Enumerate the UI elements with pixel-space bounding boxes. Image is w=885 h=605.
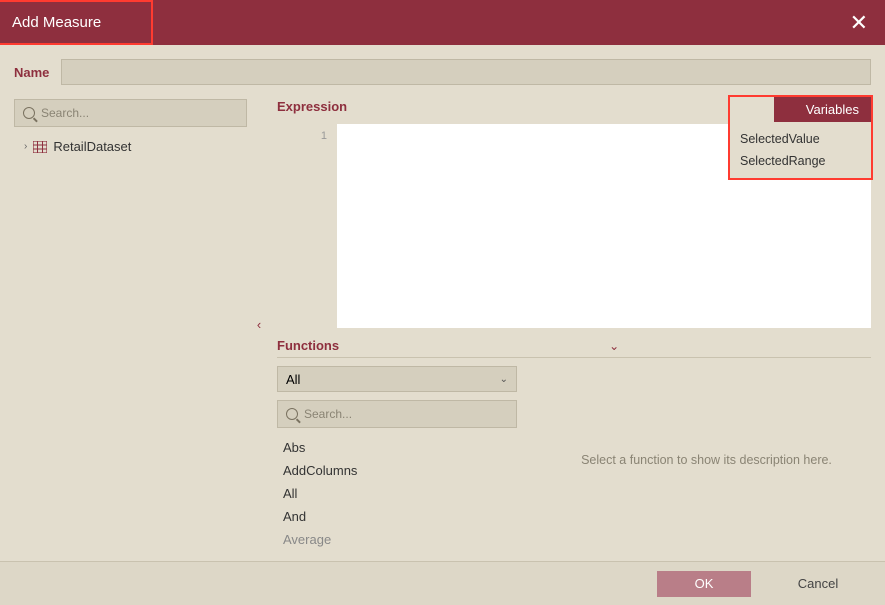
function-item[interactable]: Average: [277, 528, 522, 551]
chevron-down-icon: ⌄: [500, 374, 508, 385]
functions-list: Abs AddColumns All And Average: [277, 436, 522, 554]
function-description-placeholder: Select a function to show its descriptio…: [542, 366, 871, 554]
function-item[interactable]: AddColumns: [277, 459, 522, 482]
tree-search-input[interactable]: [41, 106, 238, 120]
name-input[interactable]: [61, 59, 871, 85]
editor-gutter: 1: [277, 124, 337, 328]
cancel-button[interactable]: Cancel: [771, 571, 865, 597]
tree-search[interactable]: [14, 99, 247, 127]
line-number: 1: [277, 130, 327, 142]
functions-label: Functions: [277, 338, 339, 353]
table-icon: [33, 141, 47, 153]
search-icon: [23, 107, 35, 119]
ok-button[interactable]: OK: [657, 571, 751, 597]
tree-item-retaildataset[interactable]: › RetailDataset: [14, 135, 247, 158]
search-icon: [286, 408, 298, 420]
dialog-title: Add Measure: [0, 0, 153, 45]
dialog-footer: OK Cancel: [0, 561, 885, 605]
chevron-right-icon: ›: [24, 141, 27, 152]
chevron-down-icon[interactable]: ⌄: [609, 339, 619, 353]
tree-item-label: RetailDataset: [53, 139, 131, 154]
variables-tab[interactable]: Variables: [774, 97, 871, 122]
title-bar: Add Measure ✕: [0, 0, 885, 45]
name-label: Name: [14, 65, 49, 80]
expression-label: Expression: [277, 99, 347, 114]
variable-item[interactable]: SelectedRange: [730, 150, 871, 172]
functions-filter-selected: All: [286, 372, 300, 387]
function-item[interactable]: Abs: [277, 436, 522, 459]
function-item[interactable]: And: [277, 505, 522, 528]
sidebar: › RetailDataset: [14, 99, 247, 549]
functions-filter-select[interactable]: All ⌄: [277, 366, 517, 392]
variable-item[interactable]: SelectedValue: [730, 128, 871, 150]
functions-search-input[interactable]: [304, 407, 508, 421]
function-item[interactable]: All: [277, 482, 522, 505]
functions-search[interactable]: [277, 400, 517, 428]
variables-panel: Variables SelectedValue SelectedRange: [728, 95, 873, 180]
close-icon[interactable]: ✕: [850, 10, 868, 36]
